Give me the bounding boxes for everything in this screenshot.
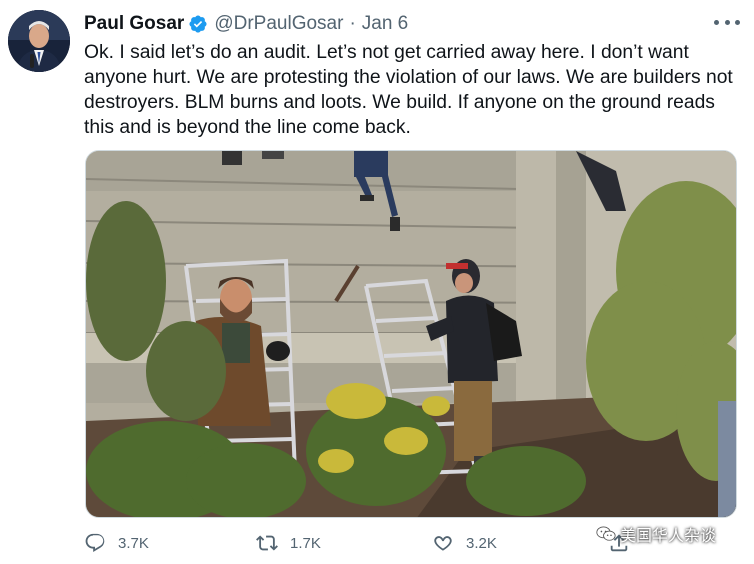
like-button[interactable]: 3.2K: [432, 532, 497, 554]
wechat-watermark: 美国华人杂谈: [596, 522, 716, 546]
photo-illustration: [86, 151, 736, 517]
retweet-icon: [256, 535, 278, 551]
reply-button[interactable]: 3.7K: [84, 532, 149, 554]
author-handle[interactable]: @DrPaulGosar: [214, 13, 343, 35]
retweet-count: 1.7K: [290, 534, 321, 552]
author-avatar[interactable]: [8, 10, 70, 72]
watermark-text: 美国华人杂谈: [620, 528, 717, 545]
verified-badge-icon: [189, 15, 207, 33]
reply-count: 3.7K: [118, 534, 149, 552]
avatar-image: [8, 10, 70, 72]
tweet-header: Paul Gosar @DrPaulGosar · Jan 6: [84, 12, 408, 36]
like-icon: [434, 536, 452, 551]
tweet-text: Ok. I said let’s do an audit. Let’s not …: [84, 42, 733, 138]
author-name[interactable]: Paul Gosar: [84, 13, 184, 35]
header-separator: ·: [349, 13, 356, 34]
tweet-photo[interactable]: [85, 150, 737, 518]
reply-icon: [85, 533, 105, 553]
like-count: 3.2K: [466, 534, 497, 552]
more-options-icon[interactable]: [714, 14, 740, 30]
retweet-button[interactable]: 1.7K: [256, 532, 321, 554]
wechat-icon: [596, 526, 616, 541]
tweet-date[interactable]: Jan 6: [362, 13, 408, 35]
